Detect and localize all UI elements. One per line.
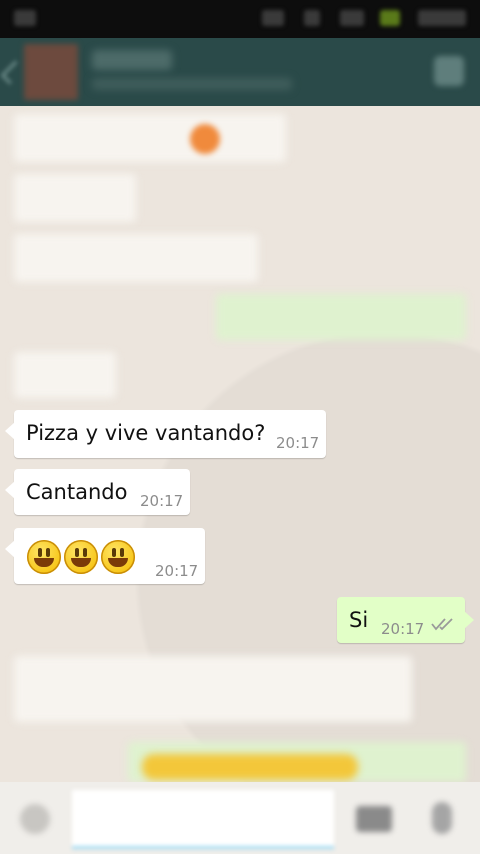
last-seen-status [92, 78, 292, 90]
message-bubble[interactable]: Cantando 20:17 [5, 469, 190, 515]
chat-header [0, 38, 480, 106]
message-bubble[interactable]: Pizza y vive vantando? 20:17 [5, 410, 326, 458]
blurred-message [14, 114, 286, 162]
message-text: Si [349, 608, 369, 632]
message-input[interactable] [72, 790, 334, 849]
avatar[interactable] [24, 44, 78, 100]
blurred-message [14, 174, 136, 222]
contact-name[interactable] [92, 50, 172, 70]
blurred-message [14, 656, 412, 722]
message-time: 20:17 [155, 562, 199, 580]
blurred-message [14, 352, 116, 398]
message-time: 20:17 [381, 620, 425, 638]
message-bubble[interactable]: Si 20:17 [337, 597, 474, 643]
status-bar [0, 0, 480, 38]
blurred-emoji-icon [142, 754, 358, 780]
microphone-icon[interactable] [432, 802, 452, 834]
alarm-icon [262, 10, 284, 26]
blurred-message [216, 294, 466, 340]
clock-text [418, 10, 466, 26]
message-time: 20:17 [276, 434, 320, 452]
message-bubble[interactable]: 20:17 [5, 528, 205, 584]
blurred-message [14, 234, 258, 282]
blurred-emoji-icon [190, 124, 220, 154]
notification-icon [14, 10, 36, 26]
message-time: 20:17 [140, 492, 184, 510]
message-list[interactable]: Pizza y vive vantando? 20:17 Cantando 20… [0, 106, 480, 782]
attach-icon[interactable] [434, 56, 464, 86]
smiley-icon [27, 540, 61, 574]
smiley-icon [101, 540, 135, 574]
camera-icon[interactable] [356, 806, 392, 832]
compose-bar [0, 782, 480, 854]
smiley-icon [64, 540, 98, 574]
message-text: Cantando [26, 480, 128, 504]
double-tick-icon [431, 618, 453, 631]
emoji-picker-icon[interactable] [20, 804, 50, 834]
battery-icon [380, 10, 400, 26]
vibrate-icon [304, 10, 320, 26]
message-text: Pizza y vive vantando? [26, 421, 266, 445]
signal-icon [340, 10, 364, 26]
back-icon[interactable] [0, 60, 25, 85]
